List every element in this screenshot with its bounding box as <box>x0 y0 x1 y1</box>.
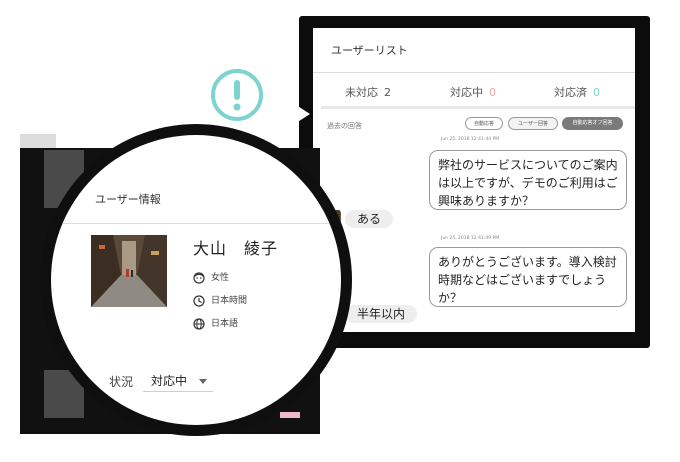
tab-count: 0 <box>593 86 600 99</box>
attr-gender: 女性 <box>193 270 229 284</box>
status-label: 状況 <box>109 375 134 389</box>
user-photo <box>91 235 167 307</box>
attr-language: 日本語 <box>193 316 238 330</box>
user-reply-bubble: 半年以内 <box>345 305 418 323</box>
clock-icon <box>193 294 205 307</box>
gender-value: 女性 <box>211 273 230 283</box>
tab-count: 2 <box>384 86 391 99</box>
tab-underline <box>321 106 635 109</box>
accent-strip <box>280 412 300 418</box>
divider <box>51 223 341 224</box>
divider <box>313 72 635 73</box>
user-info-panel: ユーザー情報 大山 綾子 女性 日本時間 日本語 状況 対応中 <box>51 135 341 425</box>
chat-title: ユーザーリスト <box>331 44 408 57</box>
filter-chip-auto-reply[interactable]: 自動応答 <box>465 117 503 130</box>
alert-icon <box>211 69 263 121</box>
status-value: 対応中 <box>151 374 188 388</box>
chat-panel: ユーザーリスト 未対応 2 対応中 0 対応済 0 過去の回答 自動応答 ユーザー回答… <box>313 28 635 332</box>
face-icon <box>193 271 205 284</box>
attr-timezone: 日本時間 <box>193 293 247 307</box>
history-label: 過去の回答 <box>327 122 362 130</box>
tab-in-progress[interactable]: 対応中 0 <box>450 84 496 100</box>
bot-message-bubble: 弊社のサービスについてのご案内は以上ですが、デモのご利用はご興味ありますか？ <box>429 150 627 210</box>
tab-unhandled[interactable]: 未対応 2 <box>345 84 391 100</box>
status-dropdown[interactable]: 対応中 <box>143 369 213 392</box>
user-info-title: ユーザー情報 <box>95 193 161 206</box>
filter-chip-auto-off-reply[interactable]: 自動応答オフ回答 <box>562 117 623 130</box>
bot-message-bubble: ありがとうございます。導入検討時期などはございますでしょうか？ <box>429 247 627 307</box>
tab-count: 0 <box>489 86 496 99</box>
globe-icon <box>193 317 205 330</box>
status-tabs: 未対応 2 対応中 0 対応済 0 <box>313 74 635 108</box>
frame-strip <box>20 134 56 148</box>
user-reply-bubble: ある <box>345 210 394 228</box>
dropdown-caret-icon <box>199 379 207 384</box>
tab-done[interactable]: 対応済 0 <box>554 84 600 100</box>
message-timestamp: Jun 25, 2018 12:41:49 PM <box>441 236 500 241</box>
tab-label: 未対応 <box>345 86 378 99</box>
message-timestamp: Jun 25, 2018 12:41:44 PM <box>441 137 500 142</box>
timezone-value: 日本時間 <box>211 296 248 306</box>
tab-label: 対応済 <box>554 86 587 99</box>
tab-label: 対応中 <box>450 86 483 99</box>
user-name: 大山 綾子 <box>193 239 279 258</box>
language-value: 日本語 <box>211 319 239 329</box>
filter-chip-user-reply[interactable]: ユーザー回答 <box>508 117 558 130</box>
